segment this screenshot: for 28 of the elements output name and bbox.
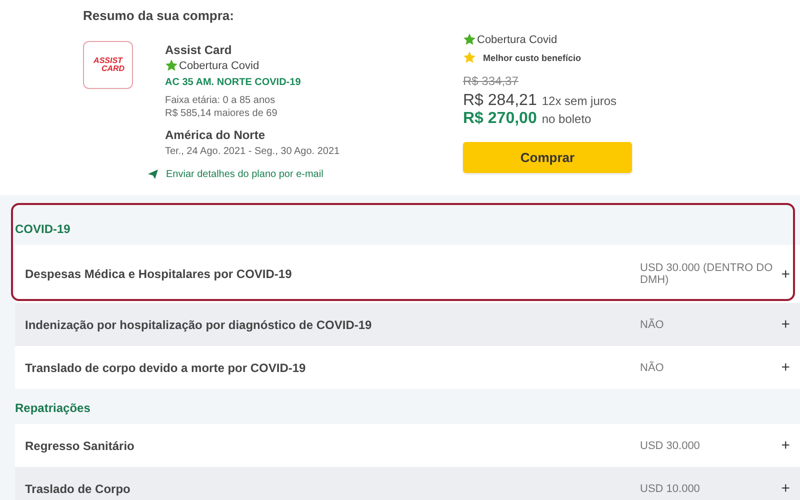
coverage-row[interactable]: Regresso Sanitário USD 30.000 + — [15, 424, 800, 467]
provider-name: Assist Card — [165, 43, 233, 57]
installment-price: R$ 284,21 — [463, 92, 537, 110]
installment-note: 12x sem juros — [542, 94, 617, 108]
trip-dates: Ter., 24 Ago. 2021 - Seg., 30 Ago. 2021 — [165, 145, 341, 158]
coverage-row[interactable]: Traslado de Corpo USD 10.000 + — [15, 467, 800, 500]
assist-card-logo: ASSIST CARD — [83, 41, 133, 89]
badge-text: Cobertura Covid — [477, 34, 558, 46]
coverage-row[interactable]: Translado de corpo devido a morte por COVID-19 NÃO + — [15, 346, 800, 389]
buy-button[interactable]: Comprar — [463, 142, 632, 173]
section-title: Repatriações — [15, 400, 92, 417]
coverage-row[interactable]: Indenização por hospitalização por diagnóstico de COVID-19 NÃO + — [15, 303, 800, 346]
destination: América do Norte — [165, 128, 266, 142]
senior-price: R$ 585,14 maiores de 69 — [165, 107, 278, 120]
email-link[interactable]: Enviar detalhes do plano por e-mail — [166, 168, 324, 180]
boleto-note: no boleto — [542, 112, 592, 126]
star-icon — [165, 59, 178, 72]
star-icon — [463, 51, 476, 64]
section-title: COVID-19 — [15, 221, 72, 238]
old-price: R$ 334,37 — [463, 74, 520, 88]
star-icon — [463, 33, 476, 46]
summary-title: Resumo da sua compra: — [83, 8, 235, 23]
plan-name: AC 35 AM. NORTE COVID-19 — [165, 77, 302, 88]
paper-plane-icon — [147, 168, 159, 180]
boleto-price: R$ 270,00 — [463, 110, 537, 128]
badge-text: Melhor custo benefício — [483, 52, 582, 62]
age-range: Faixa etária: 0 a 85 anos — [165, 94, 276, 107]
coverage-badge-text: Cobertura Covid — [179, 60, 260, 72]
